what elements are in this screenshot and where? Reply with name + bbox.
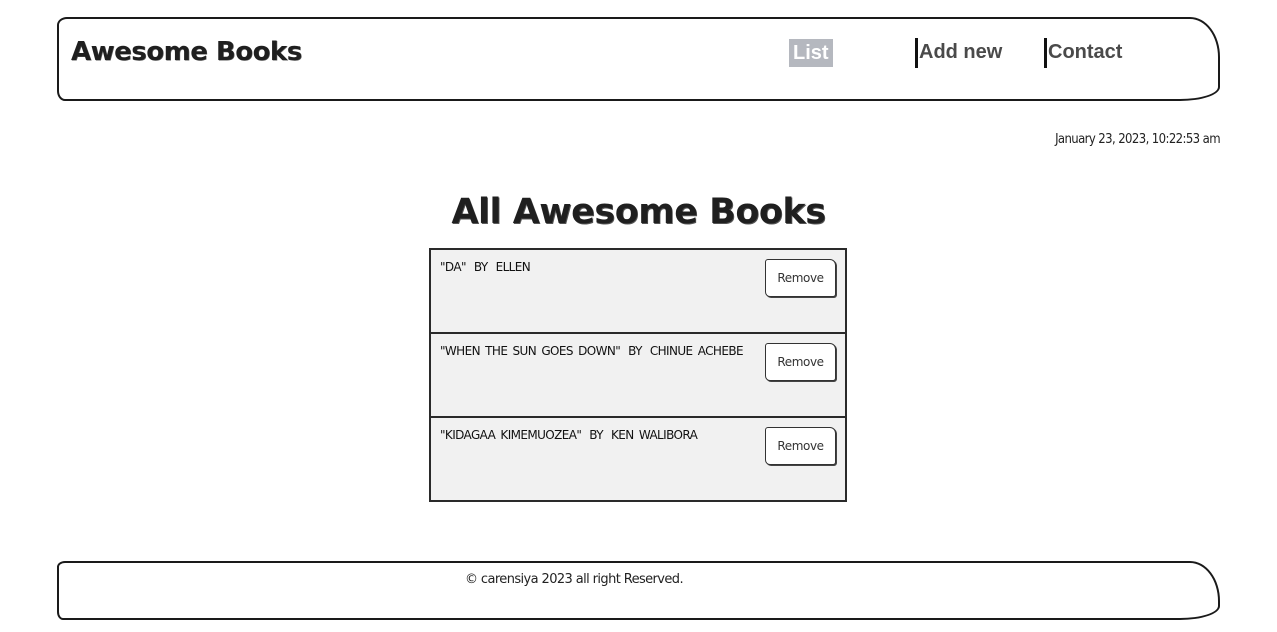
book-author: KEN WALIBORA bbox=[611, 428, 698, 442]
book-list: "DA" BY ELLEN Remove "WHEN THE SUN GOES DO… bbox=[429, 248, 847, 502]
book-row: "KIDAGAA KIMEMUOZEA" BY KEN WALIBORA Remov… bbox=[431, 418, 845, 500]
current-datetime: January 23, 2023, 10:22:53 am bbox=[1055, 132, 1221, 147]
remove-button[interactable]: Remove bbox=[765, 427, 836, 465]
copyright-text: © carensiya 2023 all right Reserved. bbox=[465, 572, 684, 587]
book-info: "WHEN THE SUN GOES DOWN" BY CHINUE ACHEBE bbox=[440, 344, 744, 358]
header-nav-bar: Awesome Books List Add new Contact bbox=[57, 17, 1220, 101]
book-title: "WHEN THE SUN GOES DOWN" bbox=[440, 344, 621, 358]
book-info: "DA" BY ELLEN bbox=[440, 260, 531, 274]
book-author: CHINUE ACHEBE bbox=[649, 344, 744, 358]
book-title: "KIDAGAA KIMEMUOZEA" bbox=[440, 428, 582, 442]
book-row: "WHEN THE SUN GOES DOWN" BY CHINUE ACHEBE … bbox=[431, 334, 845, 418]
page-title: All Awesome Books bbox=[451, 192, 826, 232]
page: Awesome Books List Add new Contact Janua… bbox=[0, 0, 1277, 632]
nav-link-add-new[interactable]: Add new bbox=[915, 38, 1002, 68]
book-title: "DA" bbox=[440, 260, 466, 274]
book-row: "DA" BY ELLEN Remove bbox=[431, 250, 845, 334]
footer: © carensiya 2023 all right Reserved. bbox=[57, 561, 1220, 620]
book-info: "KIDAGAA KIMEMUOZEA" BY KEN WALIBORA bbox=[440, 428, 698, 442]
book-author: ELLEN bbox=[495, 260, 531, 274]
book-by: BY bbox=[589, 428, 603, 442]
remove-button[interactable]: Remove bbox=[765, 343, 836, 381]
nav-link-contact[interactable]: Contact bbox=[1044, 38, 1122, 68]
logo: Awesome Books bbox=[71, 37, 302, 67]
nav-link-list[interactable]: List bbox=[789, 39, 833, 67]
book-by: BY bbox=[473, 260, 488, 274]
book-by: BY bbox=[628, 344, 642, 358]
remove-button[interactable]: Remove bbox=[765, 259, 836, 297]
